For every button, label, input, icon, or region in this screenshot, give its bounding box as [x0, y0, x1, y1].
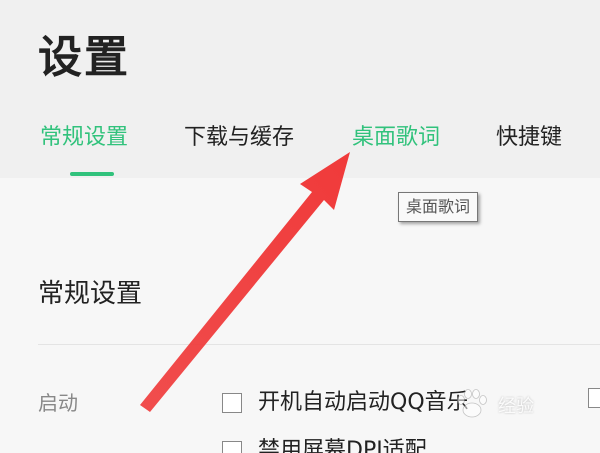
tab-general-settings[interactable]: 常规设置: [40, 118, 128, 158]
tab-desktop-lyrics[interactable]: 桌面歌词: [352, 118, 440, 158]
autostart-label: 开机自动启动QQ音乐: [258, 390, 469, 415]
watermark: 经验: [452, 384, 582, 424]
tab-tooltip: 桌面歌词: [398, 192, 479, 222]
tab-download-cache[interactable]: 下载与缓存: [184, 118, 294, 158]
option-right-partial[interactable]: [588, 388, 600, 408]
section-title: 常规设置: [38, 279, 143, 309]
settings-tabs: 常规设置 下载与缓存 桌面歌词 快捷键: [0, 118, 600, 178]
active-tab-indicator: [70, 172, 114, 176]
tab-shortcuts[interactable]: 快捷键: [496, 118, 562, 158]
autostart-checkbox[interactable]: [222, 393, 242, 413]
arrow-shape: [140, 152, 350, 412]
watermark-text: 经验: [498, 396, 534, 417]
settings-header: 设置 常规设置 下载与缓存 桌面歌词 快捷键: [0, 0, 600, 178]
option-autostart[interactable]: 开机自动启动QQ音乐: [222, 388, 469, 418]
page-title: 设置: [38, 32, 130, 83]
disable-dpi-label: 禁用屏幕DPI适配: [258, 438, 427, 453]
startup-row-label: 启动: [38, 391, 78, 415]
disable-dpi-checkbox[interactable]: [222, 441, 242, 453]
section-divider: [38, 344, 600, 345]
paw-logo-icon: [457, 389, 487, 418]
right-partial-checkbox[interactable]: [588, 388, 600, 408]
option-disable-dpi[interactable]: 禁用屏幕DPI适配: [222, 436, 427, 453]
settings-page: 设置 常规设置 下载与缓存 桌面歌词 快捷键 桌面歌词 常规设置 启动 开机自动…: [0, 0, 600, 453]
